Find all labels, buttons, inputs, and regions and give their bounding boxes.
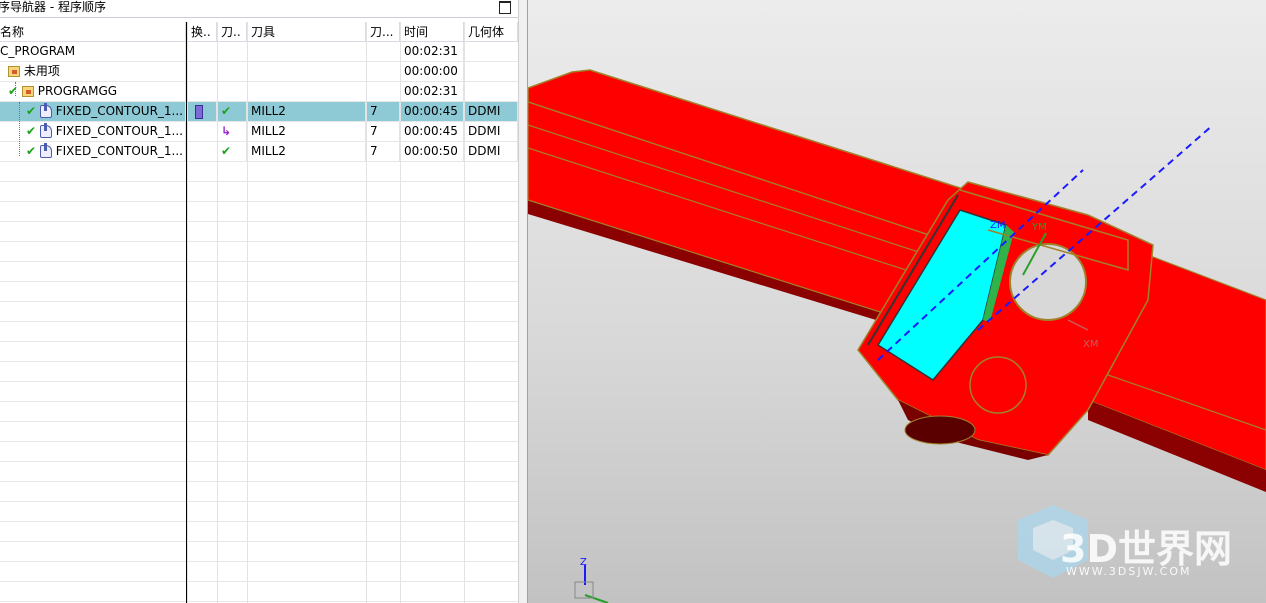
empty-table-row <box>0 302 518 322</box>
table-row[interactable]: ✔ FIXED_CONTOUR_1... ✔ MILL2 7 00:00:50 … <box>0 142 518 162</box>
check-icon: ✔ <box>26 124 37 138</box>
table-row-selected[interactable]: ✔ FIXED_CONTOUR_1... ✔ MILL2 7 00:00:45 … <box>0 102 518 122</box>
path-ok-icon: ✔ <box>221 144 232 158</box>
empty-table-row <box>0 242 518 262</box>
empty-table-row <box>0 402 518 422</box>
graphics-viewport[interactable]: YM ZM XM Z 3D世界网 WWW.3DSJW.COM <box>528 0 1266 603</box>
row-name: FIXED_CONTOUR_1... <box>55 124 183 138</box>
view-triad[interactable]: Z <box>574 557 609 603</box>
bottom-hole <box>904 415 976 445</box>
empty-table-row <box>0 582 518 602</box>
row-geometry: DDMI <box>464 122 518 141</box>
empty-table-row <box>0 562 518 582</box>
row-tool: MILL2 <box>247 102 366 121</box>
navigator-title-bar: 序导航器 - 程序顺序 <box>0 0 518 18</box>
column-gridline <box>217 22 218 603</box>
empty-table-row <box>0 422 518 442</box>
tree-connector <box>15 82 16 96</box>
reposition-arrow-icon: ↳ <box>221 124 232 138</box>
empty-table-row <box>0 482 518 502</box>
row-name: FIXED_CONTOUR_1... <box>55 144 183 158</box>
row-name: FIXED_CONTOUR_1... <box>55 104 183 118</box>
column-gridline <box>400 22 401 603</box>
row-tool-number: 7 <box>366 122 400 141</box>
program-folder-icon <box>8 66 20 77</box>
table-row[interactable]: ✔ FIXED_CONTOUR_1... ↳ MILL2 7 00:00:45 … <box>0 122 518 142</box>
empty-table-row <box>0 462 518 482</box>
watermark-url: WWW.3DSJW.COM <box>1066 565 1192 578</box>
check-icon: ✔ <box>26 104 37 118</box>
triad-z-label: Z <box>580 557 587 568</box>
table-row[interactable]: ✔ PROGRAMGG 00:02:31 <box>0 82 518 102</box>
row-tool: MILL2 <box>247 122 366 141</box>
row-time: 00:00:45 <box>400 122 464 141</box>
fixed-contour-operation-icon <box>39 143 52 158</box>
column-header-time[interactable]: 时间 <box>400 22 464 42</box>
column-header-tool[interactable]: 刀具 <box>247 22 366 42</box>
table-row[interactable]: 未用项 00:00:00 <box>0 62 518 82</box>
column-gridline <box>464 22 465 603</box>
column-header-tool-number[interactable]: 刀... <box>366 22 400 42</box>
tree-connector <box>19 102 20 156</box>
empty-table-row <box>0 162 518 182</box>
row-tool: MILL2 <box>247 142 366 161</box>
column-header-geometry[interactable]: 几何体 <box>464 22 518 42</box>
empty-table-row <box>0 502 518 522</box>
operation-navigator: 序导航器 - 程序顺序 名称 换.. 刀.. 刀具 刀... 时间 几何体 C_… <box>0 0 518 603</box>
empty-table-row <box>0 522 518 542</box>
check-icon: ✔ <box>26 144 37 158</box>
path-ok-icon: ✔ <box>221 104 232 118</box>
column-header-path[interactable]: 刀.. <box>217 22 247 42</box>
empty-table-row <box>0 442 518 462</box>
empty-table-row <box>0 362 518 382</box>
empty-table-row <box>0 282 518 302</box>
row-time: 00:02:31 <box>400 82 464 101</box>
empty-table-row <box>0 342 518 362</box>
row-time: 00:00:50 <box>400 142 464 161</box>
ym-label: YM <box>1031 222 1047 233</box>
row-tool-number: 7 <box>366 102 400 121</box>
empty-table-row <box>0 542 518 562</box>
fixed-contour-operation-icon <box>39 123 52 138</box>
empty-table-row <box>0 262 518 282</box>
empty-table-row <box>0 182 518 202</box>
maximize-icon[interactable] <box>499 1 511 14</box>
cad-model-view: YM ZM XM Z <box>528 69 1266 603</box>
column-header-change[interactable]: 换.. <box>187 22 217 42</box>
bore-hole-lower <box>969 356 1027 414</box>
regenerate-icon <box>195 104 203 119</box>
row-time: 00:02:31 <box>400 42 464 61</box>
column-gridline <box>366 22 367 603</box>
row-time: 00:00:00 <box>400 62 464 81</box>
column-gridline <box>247 22 248 603</box>
column-header-name[interactable]: 名称 <box>0 22 186 42</box>
row-name: 未用项 <box>23 64 60 78</box>
row-time: 00:00:45 <box>400 102 464 121</box>
row-name: PROGRAMGG <box>37 84 118 98</box>
panel-splitter[interactable] <box>518 0 528 603</box>
empty-table-row <box>0 322 518 342</box>
empty-table-row <box>0 202 518 222</box>
column-gridline <box>187 22 188 603</box>
empty-table-row <box>0 222 518 242</box>
table-row[interactable]: C_PROGRAM 00:02:31 <box>0 42 518 62</box>
row-tool-number: 7 <box>366 142 400 161</box>
row-geometry: DDMI <box>464 142 518 161</box>
fixed-contour-operation-icon <box>39 103 52 118</box>
check-icon: ✔ <box>8 84 19 98</box>
column-separator[interactable] <box>186 22 187 603</box>
xm-label: XM <box>1083 339 1098 350</box>
row-name: C_PROGRAM <box>0 44 76 58</box>
program-folder-icon <box>21 86 34 97</box>
row-geometry: DDMI <box>464 102 518 121</box>
navigator-title: 序导航器 - 程序顺序 <box>0 0 106 14</box>
zm-label: ZM <box>990 220 1005 231</box>
empty-table-row <box>0 382 518 402</box>
